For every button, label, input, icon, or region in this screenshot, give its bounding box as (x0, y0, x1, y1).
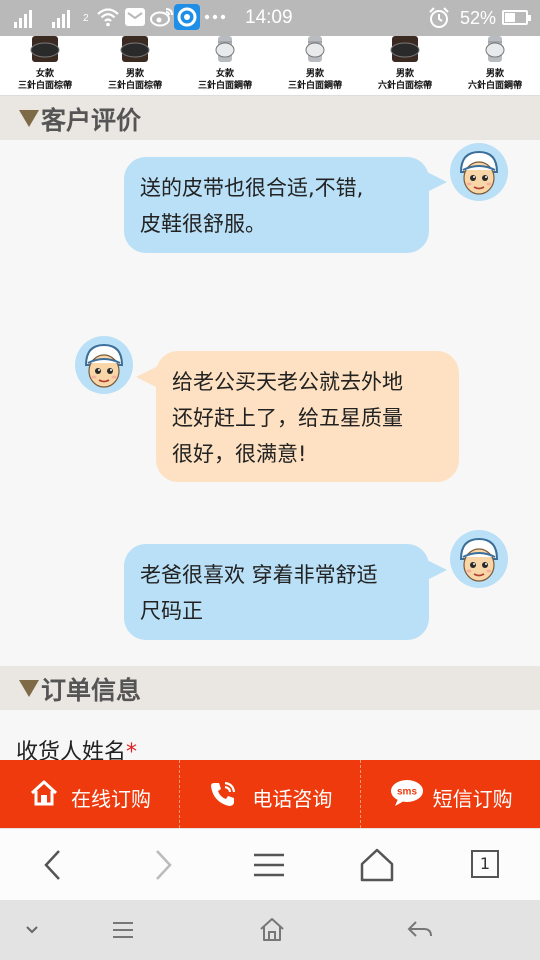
system-nav-bar (0, 900, 540, 960)
system-back-icon[interactable] (406, 918, 434, 942)
home-icon[interactable] (357, 847, 397, 883)
review-text-line: 给老公买天老公就去外地 (172, 370, 403, 394)
product-item[interactable]: 男款 六針白面棕帶 (360, 36, 450, 95)
recent-apps-icon[interactable] (110, 918, 136, 942)
more-icon (204, 14, 226, 20)
avatar-face-icon (75, 336, 133, 394)
tab-count-button[interactable]: 1 (471, 850, 499, 878)
action-bar: 在线订购 电话咨询 sms 短信订购 (0, 760, 540, 828)
signal-icon (52, 8, 70, 28)
alarm-icon (429, 7, 449, 28)
triangle-down-icon (19, 680, 39, 697)
mail-icon (125, 8, 145, 26)
order-section-header: 订单信息 (0, 666, 540, 710)
product-style-label: 三針白面鋼帶 (287, 81, 342, 91)
avatar-face-icon (450, 143, 508, 201)
product-style-label: 六針白面鋼帶 (467, 81, 522, 91)
review-bubble: 给老公买天老公就去外地 还好赶上了，给五星质量 很好，很满意! (156, 351, 459, 482)
section-title: 订单信息 (41, 676, 142, 705)
sms-icon: sms (390, 780, 423, 806)
product-style-label: 三針白面鋼帶 (197, 81, 252, 91)
product-item[interactable]: 女款 三針白面鋼帶 (180, 36, 270, 95)
watch-thumbnail-icon (30, 36, 60, 62)
product-strip: 女款 三針白面棕帶 男款 三針白面棕帶 女款 三針白面鋼帶 男款 三針白面鋼帶 男款 六針白面棕帶… (0, 36, 540, 96)
phone-consult-label: 电话咨询 (252, 787, 333, 811)
watch-thumbnail-icon (485, 36, 505, 62)
avatar (449, 529, 509, 589)
signal-icon (14, 8, 32, 28)
back-arrow-icon[interactable] (34, 847, 74, 883)
clock: 14:09 (245, 7, 293, 28)
review-text-line: 尺码正 (140, 599, 203, 623)
watch-thumbnail-icon (390, 36, 420, 62)
watch-thumbnail-icon (305, 36, 325, 62)
review-text-line: 老爸很喜欢 穿着非常舒适 (140, 563, 378, 587)
battery-percent: 52% (460, 8, 497, 28)
review-text-line: 很好，很满意! (172, 442, 307, 466)
forward-arrow-icon[interactable] (142, 847, 182, 883)
review-bubble: 送的皮带也很合适,不错, 皮鞋很舒服。 (124, 157, 429, 253)
section-title: 客户评价 (41, 106, 142, 135)
sms-order-label: 短信订购 (432, 787, 513, 811)
sms-badge-text: sms (397, 787, 417, 798)
bubble-tail (423, 170, 447, 194)
review-text-line: 还好赶上了，给五星质量 (172, 406, 403, 430)
browser-toolbar (0, 828, 540, 900)
phone-icon (211, 781, 236, 806)
online-order-button[interactable]: 在线订购 (0, 760, 181, 828)
reviews-section-header: 客户评价 (0, 96, 540, 140)
menu-icon[interactable] (249, 847, 289, 883)
phone-consult-button[interactable]: 电话咨询 (180, 760, 361, 828)
sms-order-button[interactable]: sms 短信订购 (361, 760, 540, 828)
product-item[interactable]: 男款 三針白面鋼帶 (270, 36, 360, 95)
product-item[interactable]: 男款 六針白面鋼帶 (450, 36, 540, 95)
online-order-label: 在线订购 (71, 787, 151, 811)
product-item[interactable]: 女款 三針白面棕帶 (0, 36, 90, 95)
avatar-face-icon (450, 530, 508, 588)
watch-thumbnail-icon (120, 36, 150, 62)
avatar (74, 335, 134, 395)
avatar (449, 142, 509, 202)
system-home-icon[interactable] (258, 916, 286, 942)
watch-thumbnail-icon (215, 36, 235, 62)
product-style-label: 六針白面棕帶 (377, 81, 432, 91)
product-item[interactable]: 男款 三針白面棕帶 (90, 36, 180, 95)
bubble-tail (423, 558, 447, 582)
triangle-down-icon (19, 110, 39, 127)
review-bubble: 老爸很喜欢 穿着非常舒适 尺码正 (124, 544, 429, 640)
weibo-icon (150, 8, 173, 27)
wifi-icon (97, 8, 119, 27)
order-form: 收货人姓名* (0, 710, 540, 765)
product-style-label: 三針白面棕帶 (17, 81, 72, 91)
reviews-list: 送的皮带也很合适,不错, 皮鞋很舒服。 给老公买天老公就去外地 还好赶上了，给五… (0, 140, 540, 666)
battery-icon (502, 10, 531, 25)
chevron-down-icon[interactable] (24, 924, 40, 936)
product-style-label: 三針白面棕帶 (107, 81, 162, 91)
battery-level-fill (505, 13, 515, 22)
network-label: 2 (83, 13, 89, 24)
browser-app-icon (174, 4, 200, 30)
review-text-line: 送的皮带也很合适,不错, (140, 176, 364, 200)
status-bar: 2 14:09 52% (0, 0, 540, 36)
home-icon (30, 780, 58, 806)
review-text-line: 皮鞋很舒服。 (140, 212, 266, 236)
